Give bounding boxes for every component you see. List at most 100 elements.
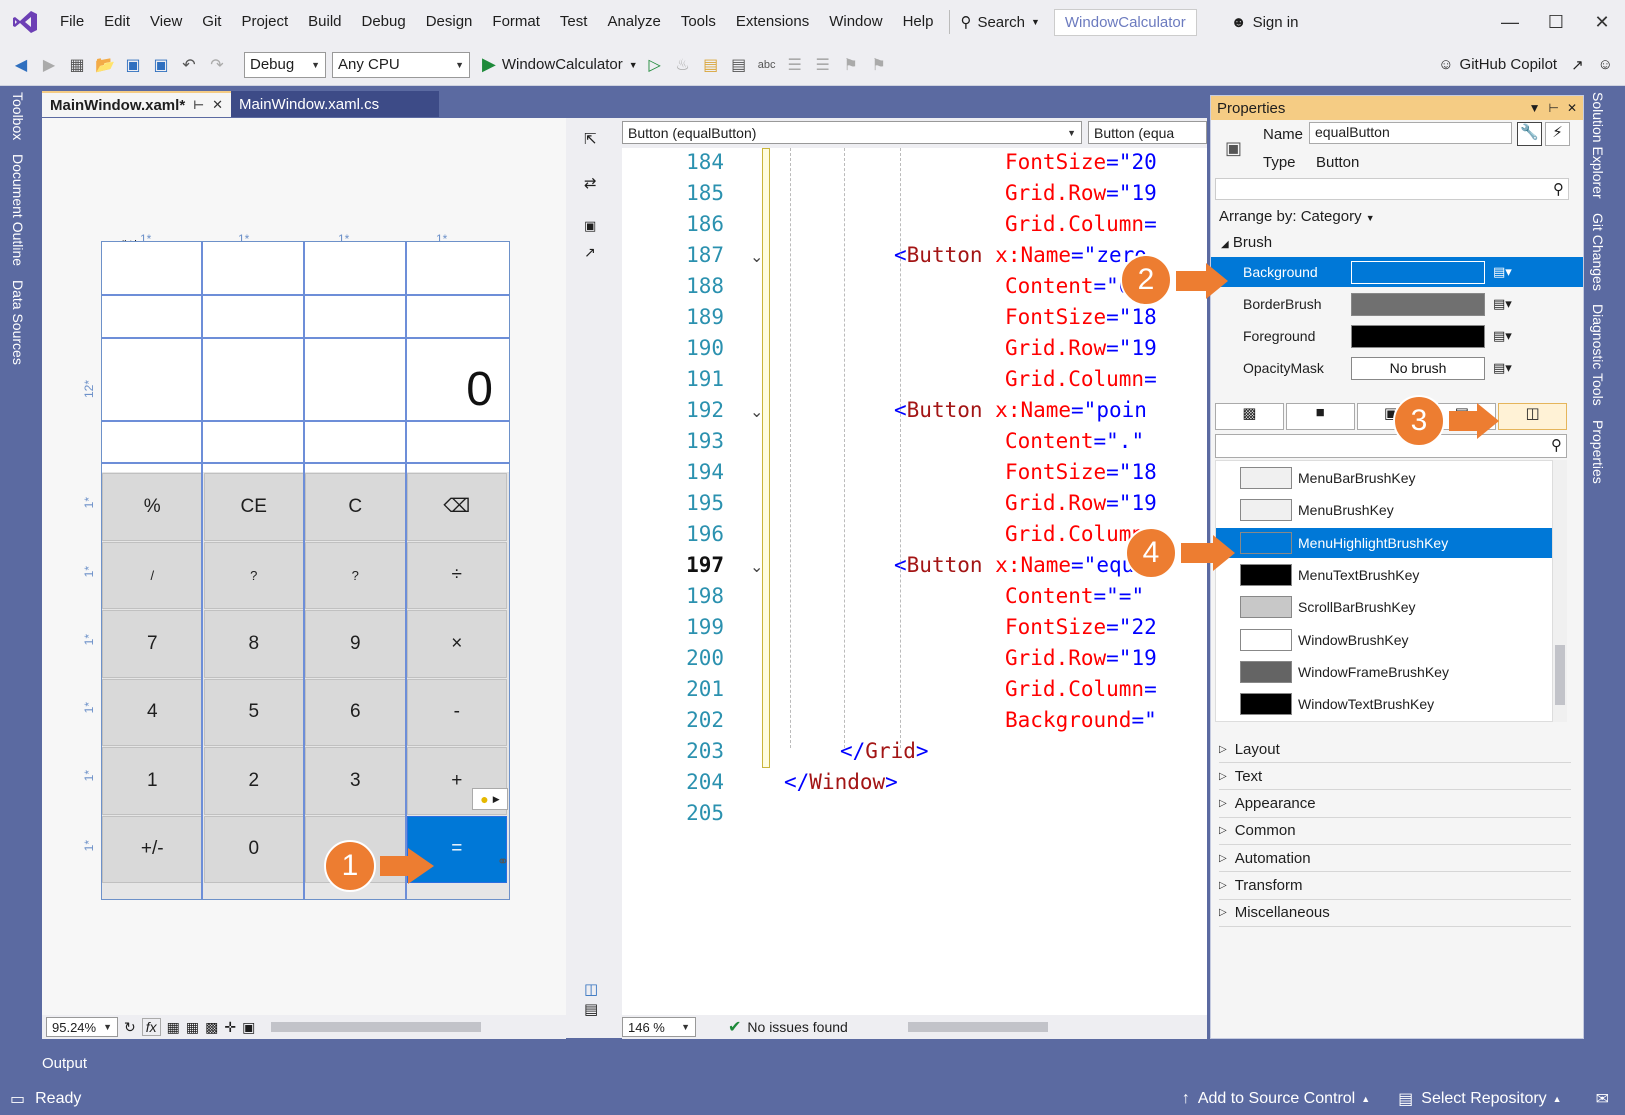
- brush-value[interactable]: No brush: [1351, 356, 1485, 380]
- swap-panes-icon[interactable]: ⇄: [584, 174, 597, 192]
- issues-status[interactable]: No issues found: [747, 1019, 847, 1035]
- close-icon[interactable]: ✕: [212, 97, 223, 113]
- layout-icon[interactable]: ▤: [728, 55, 750, 75]
- hot-reload-icon[interactable]: ♨: [672, 55, 694, 75]
- brush-row[interactable]: OpacityMask No brush ▤▾: [1211, 353, 1583, 383]
- name-input[interactable]: equalButton: [1309, 122, 1512, 144]
- category-miscellaneous[interactable]: ▷ Miscellaneous: [1219, 900, 1571, 927]
- grid-icon[interactable]: ▦: [167, 1019, 180, 1036]
- calc-button[interactable]: 2: [203, 747, 304, 815]
- arrange-by-dropdown[interactable]: Arrange by: Category ▼: [1219, 208, 1375, 225]
- calc-button[interactable]: +/-: [102, 815, 203, 883]
- properties-wrench-icon[interactable]: 🔧: [1517, 122, 1542, 146]
- rail-data-sources[interactable]: Data Sources: [10, 280, 26, 365]
- menu-debug[interactable]: Debug: [352, 0, 416, 44]
- platform-dropdown[interactable]: Any CPU ▼: [332, 51, 470, 78]
- close-button[interactable]: ✕: [1579, 12, 1625, 33]
- dropdown-icon[interactable]: ▼: [1529, 101, 1541, 115]
- menu-window[interactable]: Window: [819, 0, 892, 44]
- notifications-icon[interactable]: ✉: [1596, 1089, 1609, 1109]
- calc-button[interactable]: 5: [203, 678, 304, 746]
- quick-actions[interactable]: ● ▶: [472, 788, 508, 810]
- resource-row[interactable]: WindowFrameBrushKey: [1216, 657, 1552, 687]
- calc-button[interactable]: 4: [102, 678, 203, 746]
- search-menu[interactable]: ⚲ Search ▼: [960, 13, 1039, 32]
- calc-button[interactable]: CE: [203, 473, 304, 541]
- prev-bookmark-icon[interactable]: ⚑: [868, 55, 890, 75]
- calculator-window[interactable]: 0 % CE C ⌫ /?? ÷ 7 8 9 × 4 5 6-1 2 3 + +/- 0 =: [101, 241, 510, 900]
- horizontal-split-icon[interactable]: ▤: [584, 1000, 598, 1018]
- menu-project[interactable]: Project: [231, 0, 298, 44]
- brush-section-header[interactable]: ◢ Brush: [1221, 234, 1272, 251]
- calc-button[interactable]: 8: [203, 610, 304, 678]
- feedback-icon[interactable]: ☺: [1598, 56, 1613, 73]
- split-icon[interactable]: ▣: [584, 218, 596, 234]
- pin-icon[interactable]: ⊢: [1548, 101, 1558, 115]
- save-all-icon[interactable]: ▣: [150, 55, 172, 75]
- menu-analyze[interactable]: Analyze: [597, 0, 670, 44]
- category-automation[interactable]: ▷ Automation: [1219, 845, 1571, 873]
- resource-icon[interactable]: ▤▾: [1493, 296, 1512, 312]
- select-repository-button[interactable]: Select Repository: [1421, 1090, 1546, 1108]
- brush-row[interactable]: Foreground ▤▾: [1211, 321, 1583, 351]
- start-without-debug-icon[interactable]: ▷: [644, 55, 666, 75]
- horizontal-scrollbar[interactable]: [271, 1022, 482, 1032]
- fold-icon[interactable]: ⌄: [750, 557, 763, 577]
- vertical-split-icon[interactable]: ◫: [584, 980, 598, 998]
- tab-mainwindow-xaml-cs[interactable]: MainWindow.xaml.cs: [231, 91, 440, 117]
- fold-icon[interactable]: ⌄: [750, 402, 763, 422]
- element-selector[interactable]: Button (equalButton) ▼: [622, 121, 1082, 144]
- resource-search-input[interactable]: ⚲: [1215, 434, 1567, 458]
- rail-solution-explorer[interactable]: Solution Explorer: [1590, 92, 1606, 199]
- menu-test[interactable]: Test: [550, 0, 598, 44]
- category-text[interactable]: ▷ Text: [1219, 763, 1571, 791]
- bookmark-icon[interactable]: ⚑: [840, 55, 862, 75]
- undo-icon[interactable]: ↶: [178, 55, 200, 75]
- start-debugging-button[interactable]: ▶ WindowCalculator ▼: [482, 54, 638, 75]
- pointer-icon[interactable]: ⇱: [584, 130, 597, 148]
- share-icon[interactable]: ↗: [1571, 56, 1584, 74]
- device-icon[interactable]: ▣: [242, 1019, 255, 1036]
- menu-extensions[interactable]: Extensions: [726, 0, 819, 44]
- maximize-button[interactable]: ☐: [1533, 12, 1579, 33]
- open-icon[interactable]: 📂: [94, 55, 116, 75]
- menu-file[interactable]: File: [50, 0, 94, 44]
- calc-button[interactable]: ×: [406, 610, 507, 678]
- calc-button[interactable]: C: [305, 473, 406, 541]
- rail-diagnostic-tools[interactable]: Diagnostic Tools: [1590, 304, 1606, 406]
- redo-icon[interactable]: ↷: [206, 55, 228, 75]
- resource-row[interactable]: MenuTextBrushKey: [1216, 560, 1552, 590]
- calc-button[interactable]: 0: [203, 815, 304, 883]
- brush-value[interactable]: [1351, 292, 1485, 316]
- events-lightning-icon[interactable]: ⚡: [1545, 122, 1570, 146]
- rail-git-changes[interactable]: Git Changes: [1590, 213, 1606, 291]
- menu-view[interactable]: View: [140, 0, 192, 44]
- menu-tools[interactable]: Tools: [671, 0, 726, 44]
- member-selector[interactable]: Button (equa: [1088, 121, 1207, 144]
- menu-edit[interactable]: Edit: [94, 0, 140, 44]
- category-common[interactable]: ▷ Common: [1219, 818, 1571, 845]
- brush-row[interactable]: BorderBrush ▤▾: [1211, 289, 1583, 319]
- calc-button[interactable]: ÷: [406, 541, 507, 609]
- resource-scrollbar[interactable]: [1553, 460, 1567, 722]
- menu-help[interactable]: Help: [893, 0, 944, 44]
- sign-in-button[interactable]: ☻ Sign in: [1231, 14, 1299, 31]
- visual-studio-logo[interactable]: [0, 0, 50, 44]
- property-search-input[interactable]: ⚲: [1215, 178, 1569, 200]
- editor-zoom-dropdown[interactable]: 146 % ▼: [622, 1017, 696, 1037]
- resource-row[interactable]: WindowBrushKey: [1216, 625, 1552, 655]
- category-appearance[interactable]: ▷ Appearance: [1219, 791, 1571, 818]
- minimize-button[interactable]: —: [1487, 12, 1533, 33]
- checker-icon[interactable]: ▩: [205, 1019, 218, 1036]
- resource-row[interactable]: MenuBarBrushKey: [1216, 463, 1552, 493]
- spellcheck-icon[interactable]: abc: [756, 59, 778, 71]
- category-layout[interactable]: ▷ Layout: [1219, 736, 1571, 763]
- resource-row[interactable]: MenuHighlightBrushKey: [1216, 527, 1552, 558]
- new-project-icon[interactable]: ▦: [66, 55, 88, 75]
- category-transform[interactable]: ▷ Transform: [1219, 873, 1571, 900]
- calc-button[interactable]: 9: [305, 610, 406, 678]
- snap-lines-icon[interactable]: ✛: [224, 1019, 236, 1036]
- fold-icon[interactable]: ⌄: [750, 247, 763, 267]
- add-to-source-control-button[interactable]: Add to Source Control: [1198, 1090, 1355, 1108]
- calc-button[interactable]: 3: [305, 747, 406, 815]
